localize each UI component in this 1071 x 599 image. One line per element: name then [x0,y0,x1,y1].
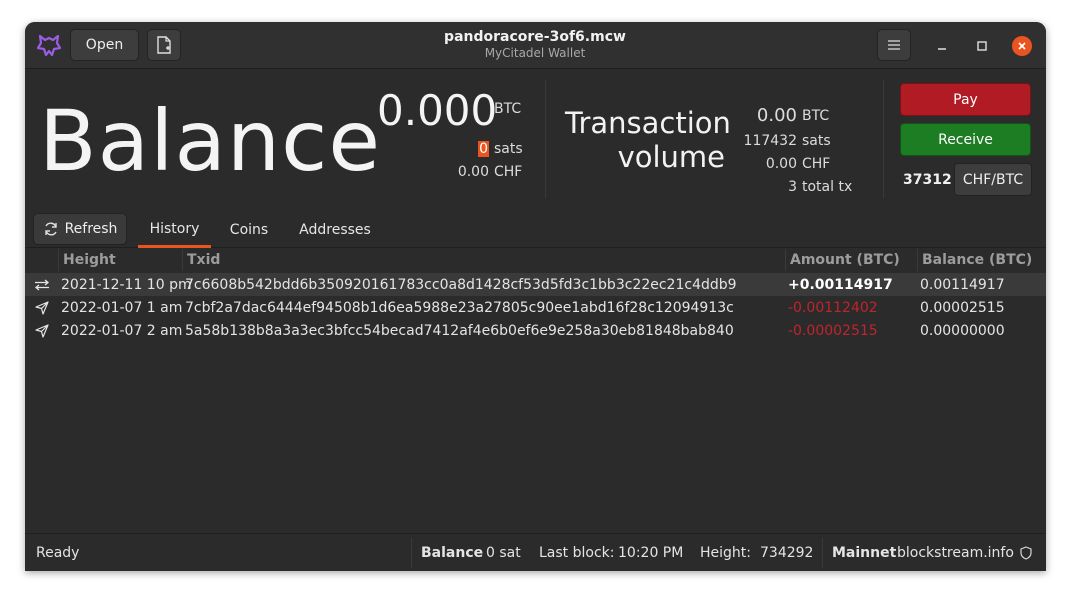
status-server[interactable]: blockstream.info [897,534,1014,571]
tab-history[interactable]: History [138,212,211,248]
column-header-balance[interactable]: Balance (BTC) [917,249,1046,271]
transfer-icon [33,273,51,296]
status-bar: Ready Balance 0 sat Last block: 10:20 PM… [25,533,1046,571]
balance-sats-unit: sats [494,141,523,157]
refresh-button[interactable]: Refresh [33,213,127,245]
status-last-block-label: Last block: [539,545,615,561]
tab-addresses[interactable]: Addresses [290,212,380,248]
balance-heading: Balance [39,92,382,190]
summary-panel: Balance 0.000 BTC 0 sats 0.00 CHF Transa… [25,70,1046,212]
status-height-label: Height: [700,545,751,561]
close-button[interactable] [1012,36,1032,56]
volume-btc-unit: BTC [802,108,830,124]
status-balance-value: 0 sat [486,545,521,561]
balance-btc-value: 0.000 [377,86,498,135]
new-file-icon [157,36,171,54]
status-last-block-value: 10:20 PM [618,545,684,561]
volume-sats-value: 117432 [743,133,797,149]
row-txid: 7c6608b542bdd6b350920161783cc0a8d1428cf5… [185,276,737,293]
minimize-button[interactable] [932,36,952,56]
summary-divider [545,80,546,198]
maximize-icon [977,41,987,51]
status-divider [411,538,412,568]
history-table: Height Txid Amount (BTC) Balance (BTC) 2… [25,249,1046,533]
status-divider [822,538,823,568]
row-amount: +0.00114917 [788,276,893,293]
pay-button[interactable]: Pay [900,83,1031,116]
minimize-icon [938,48,946,50]
currency-pair-button[interactable]: CHF/BTC [954,163,1032,196]
tab-bar: Refresh History Coins Addresses [25,212,1046,248]
volume-tx-count: 3 [788,179,797,195]
new-file-button[interactable] [147,29,181,61]
balance-btc-unit: BTC [494,101,522,117]
row-balance: 0.00114917 [920,276,1005,293]
balance-fiat-unit: CHF [494,164,523,180]
refresh-label: Refresh [64,221,118,237]
table-row[interactable]: 2021-12-11 10 pm 7c6608b542bdd6b35092016… [25,273,1046,296]
app-logo-icon [36,34,62,57]
volume-fiat-unit: CHF [802,156,831,172]
status-text: Ready [36,545,80,561]
status-balance-label: Balance [421,545,484,561]
column-header-txid[interactable]: Txid [182,249,782,271]
row-txid: 7cbf2a7dac6444ef94508b1d6ea5988e23a27805… [185,299,734,316]
table-row[interactable]: 2022-01-07 1 am 7cbf2a7dac6444ef94508b1d… [25,296,1046,319]
refresh-icon [44,222,57,236]
row-balance: 0.00000000 [920,322,1005,339]
app-window: Open pandoracore-3of6.mcw MyCitadel Wall… [25,22,1046,571]
shield-icon [1020,534,1032,571]
table-row[interactable]: 2022-01-07 2 am 5a58b138b8a3a3ec3bfcc54b… [25,319,1046,342]
maximize-button[interactable] [972,36,992,56]
hamburger-menu-icon [888,40,900,50]
main-menu-button[interactable] [877,29,911,61]
balance-fiat-value: 0.00 [457,164,489,180]
row-txid: 5a58b138b8a3a3ec3bfcc54becad7412af4e6b0e… [185,322,734,339]
tab-coins[interactable]: Coins [221,212,277,248]
receive-button[interactable]: Receive [900,123,1031,156]
status-network: Mainnet [832,545,897,561]
volume-tx-unit: total tx [802,179,853,195]
transaction-volume-label: Transaction volume [565,106,731,174]
window-title-group: pandoracore-3of6.mcw MyCitadel Wallet [405,29,665,60]
row-height: 2022-01-07 1 am [61,299,183,316]
row-height: 2022-01-07 2 am [61,322,183,339]
exchange-rate-value: 37312 [903,172,952,188]
volume-fiat-value: 0.00 [765,156,797,172]
close-icon [1018,42,1026,50]
row-height: 2021-12-11 10 pm [61,276,192,293]
column-header-amount[interactable]: Amount (BTC) [785,249,915,271]
sent-icon [33,296,51,319]
column-header-height[interactable]: Height [58,249,180,271]
table-header: Height Txid Amount (BTC) Balance (BTC) [25,249,1046,271]
row-amount: -0.00112402 [788,299,878,316]
header-bar: Open pandoracore-3of6.mcw MyCitadel Wall… [25,22,1046,69]
balance-sats-value: 0 [478,141,489,157]
open-button[interactable]: Open [70,29,139,61]
row-balance: 0.00002515 [920,299,1005,316]
volume-sats-unit: sats [802,133,831,149]
window-subtitle: MyCitadel Wallet [484,46,586,60]
row-amount: -0.00002515 [788,322,878,339]
volume-btc-value: 0.00 [756,105,797,126]
actions-divider [883,80,884,198]
window-title: pandoracore-3of6.mcw [444,29,626,45]
status-height-value: 734292 [760,545,814,561]
sent-icon [33,319,51,342]
